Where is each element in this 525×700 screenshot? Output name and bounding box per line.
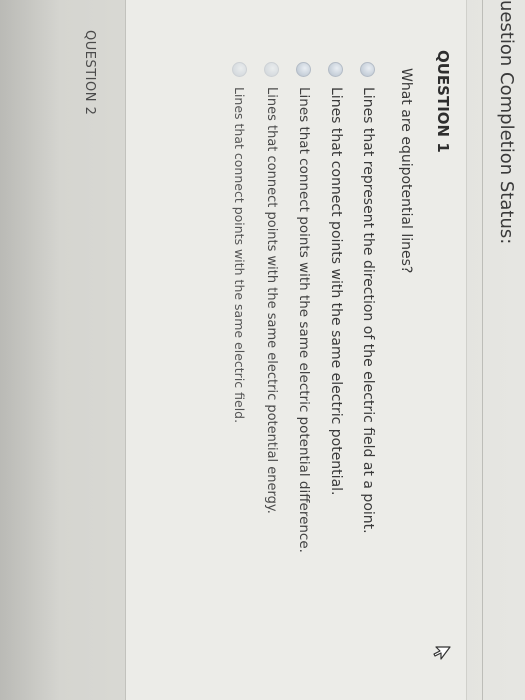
answer-option-5[interactable]: Lines that connect points with the same …	[224, 62, 256, 553]
question-2-title: QUESTION 2	[82, 30, 97, 116]
answer-option-4[interactable]: Lines that connect points with the same …	[256, 62, 288, 553]
answer-options: Lines that represent the direction of th…	[224, 62, 384, 553]
radio-button-icon[interactable]	[296, 62, 312, 77]
answer-option-3[interactable]: Lines that connect points with the same …	[288, 62, 320, 553]
question-1-panel: QUESTION 1 What are equipotential lines?…	[125, 0, 467, 700]
radio-button-icon[interactable]	[360, 62, 376, 77]
radio-button-icon[interactable]	[232, 62, 248, 77]
screen-shading	[0, 0, 60, 700]
question-1-prompt: What are equipotential lines?	[398, 68, 414, 274]
answer-option-label: Lines that represent the direction of th…	[360, 87, 376, 534]
radio-button-icon[interactable]	[264, 62, 280, 77]
answer-option-2[interactable]: Lines that connect points with the same …	[320, 62, 352, 553]
mouse-pointer-icon	[433, 646, 451, 660]
answer-option-1[interactable]: Lines that represent the direction of th…	[352, 62, 384, 553]
question-1-title: QUESTION 1	[434, 50, 452, 153]
answer-option-label: Lines that connect points with the same …	[296, 87, 312, 553]
question-screen: uestion Completion Status: QUESTION 1 Wh…	[0, 0, 525, 700]
question-completion-status: uestion Completion Status:	[496, 0, 517, 245]
answer-option-label: Lines that connect points with the same …	[264, 87, 280, 514]
answer-option-label: Lines that connect points with the same …	[232, 87, 248, 424]
radio-button-icon[interactable]	[328, 62, 344, 77]
answer-option-label: Lines that connect points with the same …	[328, 87, 344, 496]
header-divider	[482, 0, 483, 700]
